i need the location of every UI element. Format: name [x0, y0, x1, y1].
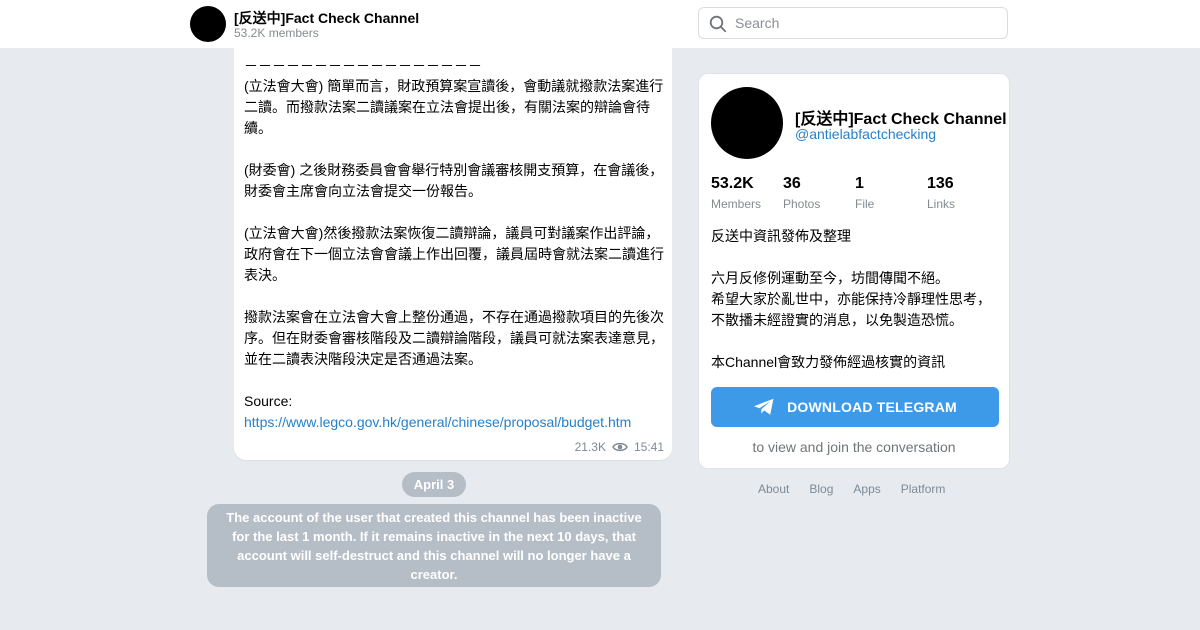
search-input[interactable] — [735, 8, 995, 38]
channel-title[interactable]: [反送中]Fact Check Channel — [234, 8, 419, 28]
message-paragraph: (財委會) 之後財務委員會會舉行特別會議審核開支預算，在會議後，財委會主席會向立… — [244, 162, 664, 199]
date-separator: April 3 — [402, 472, 466, 497]
download-telegram-button[interactable]: DOWNLOAD TELEGRAM — [711, 387, 999, 427]
counter-label: Members — [711, 197, 762, 211]
counter-label: Links — [927, 197, 956, 211]
join-subtext: to view and join the conversation — [752, 439, 956, 455]
message-paragraph: (立法會大會)然後撥款法案恢復二讀辯論，議員可對議案作出評論，政府會在下一個立法… — [244, 225, 664, 283]
download-button-label: DOWNLOAD TELEGRAM — [787, 399, 957, 415]
channel-avatar-large — [711, 87, 783, 159]
footer-link-apps[interactable]: Apps — [853, 482, 880, 496]
counter-label: Photos — [783, 197, 821, 211]
telegram-plane-icon — [754, 398, 774, 415]
description-paragraph: 反送中資訊發佈及整理 — [711, 228, 851, 244]
search-icon — [709, 15, 727, 33]
counter-value: 1 — [855, 175, 864, 192]
message-paragraph: (立法會大會) 簡單而言，財政預算案宣讀後，會動議就撥款法案進行二讀。而撥款法案… — [244, 78, 664, 136]
footer-link-platform[interactable]: Platform — [901, 482, 946, 496]
counter-photos: 36 Photos — [783, 175, 820, 211]
counter-files: 1 File — [855, 175, 874, 211]
channel-info-card: [反送中]Fact Check Channel @antielabfactche… — [698, 73, 1010, 469]
message-time: 15:41 — [633, 440, 664, 454]
counter-links: 136 Links — [927, 175, 955, 211]
counter-value: 36 — [783, 175, 801, 192]
counter-label: File — [855, 197, 875, 211]
counter-members: 53.2K Members — [711, 175, 761, 211]
footer-links: About Blog Apps Platform — [758, 482, 945, 496]
message-source: Source: https://www.legco.gov.hk/general… — [244, 391, 668, 433]
message-meta: 21.3K 15:41 — [575, 440, 664, 454]
message-separator-line: －－－－－－－－－－－－－－－－－ — [244, 58, 482, 74]
footer-link-blog[interactable]: Blog — [809, 482, 833, 496]
channel-avatar[interactable] — [190, 6, 226, 42]
footer-link-about[interactable]: About — [758, 482, 789, 496]
channel-description: 反送中資訊發佈及整理 六月反修例運動至今，坊間傳聞不絕。 希望大家於亂世中，亦能… — [711, 226, 1001, 373]
message-text: (立法會大會) 簡單而言，財政預算案宣讀後，會動議就撥款法案進行二讀。而撥款法案… — [244, 76, 668, 433]
description-paragraph: 六月反修例運動至今，坊間傳聞不絕。 希望大家於亂世中，亦能保持冷靜理性思考，不散… — [711, 270, 991, 328]
counter-value: 53.2K — [711, 175, 754, 192]
source-label: Source: — [244, 393, 293, 409]
search-box[interactable] — [698, 7, 1008, 39]
views-count: 21.3K — [574, 440, 606, 454]
message-bubble: －－－－－－－－－－－－－－－－－ (立法會大會) 簡單而言，財政預算案宣讀後，… — [234, 36, 672, 460]
service-message: The account of the user that created thi… — [207, 504, 661, 587]
channel-members-count: 53.2K members — [234, 26, 319, 40]
source-link[interactable]: https://www.legco.gov.hk/general/chinese… — [244, 414, 631, 430]
message-paragraph: 撥款法案會在立法會大會上整份通過，不存在通過撥款項目的先後次序。但在財委會審核階… — [244, 309, 664, 367]
channel-username[interactable]: @antielabfactchecking — [795, 126, 936, 142]
eye-icon — [612, 442, 628, 452]
description-paragraph: 本Channel會致力發佈經過核實的資訊 — [711, 354, 946, 370]
top-header: [反送中]Fact Check Channel 53.2K members — [0, 0, 1200, 48]
counter-value: 136 — [927, 175, 954, 192]
